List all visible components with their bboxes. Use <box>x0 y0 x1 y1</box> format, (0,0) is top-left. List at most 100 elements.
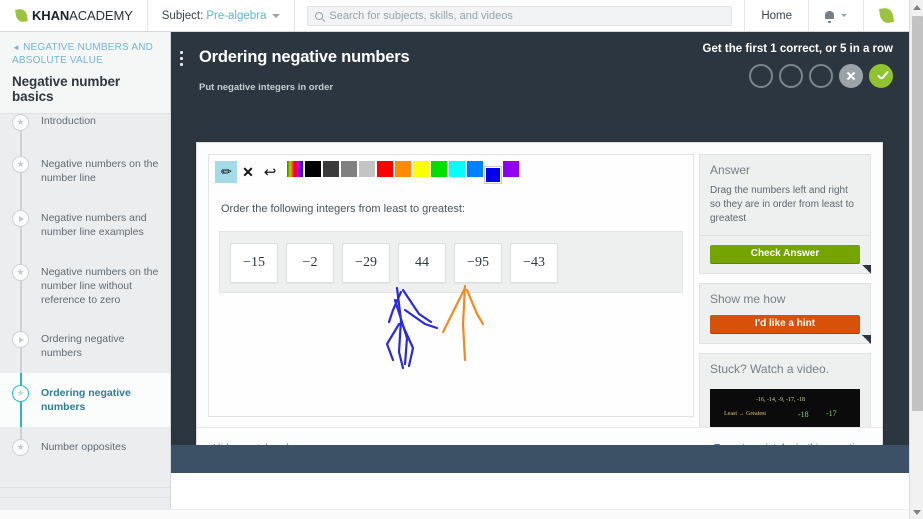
star-circle-icon: ★ <box>16 117 25 127</box>
yellow-swatch[interactable] <box>413 161 429 177</box>
streak-dot-empty <box>779 64 803 88</box>
home-link[interactable]: Home <box>744 0 808 31</box>
scroll-up-arrow-icon[interactable] <box>910 0 923 14</box>
subject-selector[interactable]: Subject: Pre-algebra <box>148 0 296 31</box>
check-answer-button[interactable]: Check Answer <box>710 245 860 263</box>
dark-gray-swatch[interactable] <box>323 161 339 177</box>
exercise-card: ✏ ✕ ↩ Order the following integers from le… <box>196 142 883 468</box>
bottom-strip <box>0 509 923 519</box>
purple-swatch[interactable] <box>503 161 519 177</box>
number-tile[interactable]: −95 <box>454 243 502 283</box>
search-placeholder: Search for subjects, skills, and videos <box>329 9 513 22</box>
sidebar-item-label: Negative numbers and number line example… <box>41 212 147 238</box>
svg-text:-17: -17 <box>826 409 837 418</box>
sidebar-item-list: ★ Introduction ★ Negative numbers on the nu… <box>0 114 170 481</box>
star-circle-icon: ★ <box>12 439 29 456</box>
nav-right-group: Home <box>744 0 909 31</box>
svg-text:Least → Greatest: Least → Greatest <box>724 411 766 417</box>
question-prompt: Order the following integers from least … <box>221 203 465 215</box>
subject-label: Subject: <box>161 9 204 22</box>
sidebar-item-label: Negative numbers on the number line <box>41 158 159 184</box>
sidebar-item-2[interactable]: Negative numbers and number line example… <box>0 198 170 252</box>
star-circle-icon: ★ <box>16 267 25 277</box>
scratchpad-area[interactable]: ✏ ✕ ↩ Order the following integers from le… <box>208 154 694 417</box>
kebab-menu-icon[interactable] <box>180 51 183 69</box>
pencil-icon: ✏ <box>220 163 232 180</box>
orange-swatch[interactable] <box>395 161 411 177</box>
star-circle-icon: ★ <box>16 442 25 452</box>
exercise-body: ✏ ✕ ↩ Order the following integers from le… <box>197 143 882 466</box>
profile-button[interactable] <box>863 0 909 31</box>
star-circle-icon: ★ <box>12 114 29 131</box>
pencil-tool[interactable]: ✏ <box>215 161 237 183</box>
number-tile[interactable]: −15 <box>230 243 278 283</box>
sidebar-item-label: Ordering negative numbers <box>41 333 125 359</box>
logo-academy: ACADEMY <box>69 8 133 23</box>
sidebar-item-label: Ordering negative numbers <box>41 387 131 413</box>
answer-instructions: Drag the numbers left and right so they … <box>700 184 870 236</box>
streak-dot-empty <box>809 64 833 88</box>
scroll-down-arrow-icon[interactable] <box>910 505 923 519</box>
color-swatch-row <box>287 161 521 184</box>
vertical-scrollbar[interactable] <box>909 0 923 519</box>
number-tile[interactable]: −29 <box>342 243 390 283</box>
sidebar-item-5[interactable]: ★ Ordering negative numbers <box>0 373 170 427</box>
streak-dot-correct <box>869 64 893 88</box>
svg-text:-18: -18 <box>798 410 809 419</box>
notifications-button[interactable] <box>808 0 863 31</box>
star-circle-icon: ★ <box>12 385 29 402</box>
page-title: Negative number basics <box>12 74 121 104</box>
cyan-swatch[interactable] <box>449 161 465 177</box>
bell-icon <box>825 10 834 23</box>
khan-academy-exercise-page: KHANACADEMY Subject: Pre-algebra Search … <box>0 0 923 519</box>
chevron-down-icon <box>841 14 847 17</box>
subject-value: Pre-algebra <box>206 9 267 22</box>
number-tiles-container: −15 −2 −29 44 −95 −43 <box>219 231 683 293</box>
sidebar-item-3[interactable]: ★ Negative numbers on the number line wit… <box>0 252 170 319</box>
logo-text: KHANACADEMY <box>32 8 133 23</box>
streak-dot-empty <box>749 64 773 88</box>
sidebar-item-4[interactable]: Ordering negative numbers <box>0 319 170 373</box>
hint-panel-title: Show me how <box>710 292 786 306</box>
gray-swatch[interactable] <box>341 161 357 177</box>
undo-tool[interactable]: ↩ <box>259 161 281 183</box>
light-gray-swatch[interactable] <box>359 161 375 177</box>
scratchpad-toolbar: ✏ ✕ ↩ <box>215 161 693 184</box>
sidebar-item-6[interactable]: ★ Number opposites <box>0 427 170 481</box>
green-swatch[interactable] <box>431 161 447 177</box>
number-tile[interactable]: −43 <box>510 243 558 283</box>
blue-swatch[interactable] <box>484 166 502 184</box>
play-circle-icon <box>19 336 24 343</box>
play-circle-icon <box>19 215 24 222</box>
star-circle-icon: ★ <box>12 264 29 281</box>
breadcrumb[interactable]: ◄ NEGATIVE NUMBERS AND ABSOLUTE VALUE <box>12 42 158 67</box>
sidebar-item-1[interactable]: ★ Negative numbers on the number line <box>0 144 170 198</box>
undo-icon: ↩ <box>263 164 277 181</box>
leaf-icon <box>15 8 28 23</box>
sidebar-item-label: Introduction <box>41 115 96 127</box>
video-panel-title: Stuck? Watch a video. <box>710 362 829 376</box>
scrollbar-thumb[interactable] <box>912 16 923 411</box>
red-swatch[interactable] <box>377 161 393 177</box>
streak-dot-incorrect <box>839 64 863 88</box>
black-swatch[interactable] <box>305 161 321 177</box>
search-icon <box>315 11 324 20</box>
khan-academy-logo[interactable]: KHANACADEMY <box>0 0 148 31</box>
search-input[interactable]: Search for subjects, skills, and videos <box>307 5 733 26</box>
sidebar: ◄ NEGATIVE NUMBERS AND ABSOLUTE VALUE Neg… <box>0 32 171 519</box>
hint-panel: Show me how I'd like a hint <box>699 283 871 344</box>
sidebar-header: ◄ NEGATIVE NUMBERS AND ABSOLUTE VALUE Neg… <box>0 32 170 114</box>
star-circle-icon: ★ <box>12 156 29 173</box>
svg-text:-16, -14, -9, -17, -18: -16, -14, -9, -17, -18 <box>756 397 805 403</box>
clear-tool[interactable]: ✕ <box>237 161 259 183</box>
number-tile[interactable]: −2 <box>286 243 334 283</box>
sidebar-item-0[interactable]: ★ Introduction <box>0 114 170 144</box>
logo-khan: KHAN <box>32 8 70 23</box>
answer-panel: Answer Drag the numbers left and right s… <box>699 154 871 274</box>
hint-button[interactable]: I'd like a hint <box>710 315 860 333</box>
rainbow-swatch[interactable] <box>287 161 303 177</box>
play-circle-icon <box>12 331 29 348</box>
light-blue-swatch[interactable] <box>467 161 483 177</box>
play-circle-icon <box>12 210 29 227</box>
number-tile[interactable]: 44 <box>398 243 446 283</box>
